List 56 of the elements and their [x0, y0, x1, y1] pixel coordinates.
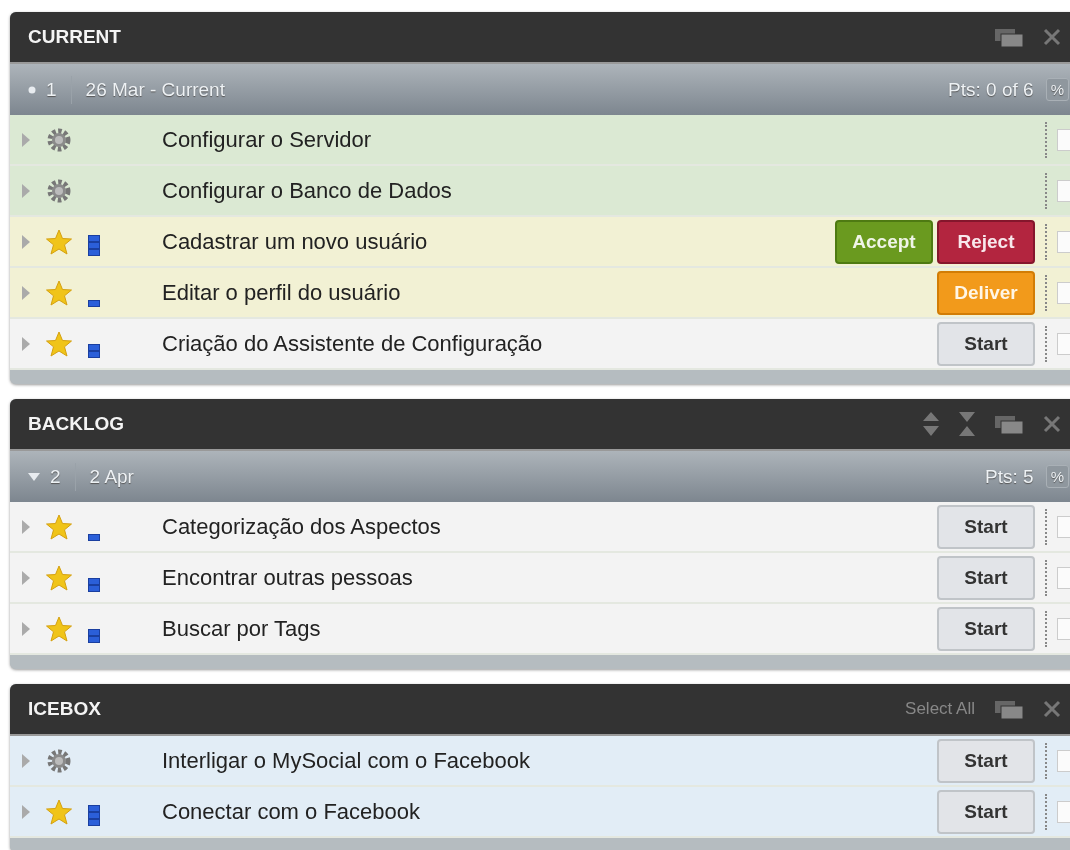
story-row[interactable]: Criação do Assistente de Configuração Start — [10, 319, 1070, 370]
story-title: Criação do Assistente de Configuração — [162, 330, 544, 357]
story-title: Configurar o Servidor — [162, 126, 373, 153]
expand-arrow-icon[interactable] — [22, 621, 30, 636]
expand-arrow-icon[interactable] — [22, 753, 30, 768]
iteration-number: 2 — [50, 465, 61, 488]
expand-triangle-icon[interactable] — [28, 472, 40, 481]
story-row[interactable]: Conectar com o Facebook Start — [10, 787, 1070, 838]
sort-icon[interactable] — [923, 412, 939, 436]
expand-arrow-icon[interactable] — [22, 570, 30, 585]
close-icon[interactable] — [1043, 415, 1061, 433]
story-title: Conectar com o Facebook — [162, 798, 422, 825]
close-icon[interactable] — [1043, 28, 1061, 46]
story-title: Editar o perfil do usuário — [162, 279, 402, 306]
iteration-date: 26 Mar - Current — [85, 78, 225, 101]
story-row[interactable]: Interligar o MySocial com o Facebook Start — [10, 736, 1070, 787]
expand-arrow-icon[interactable] — [22, 336, 30, 351]
start-button[interactable]: Start — [937, 555, 1035, 600]
story-title: Interligar o MySocial com o Facebook — [162, 747, 532, 774]
story-row[interactable]: Configurar o Servidor — [10, 115, 1070, 166]
story-title: Buscar por Tags — [162, 615, 322, 642]
expand-arrow-icon[interactable] — [22, 132, 30, 147]
story-row[interactable]: Cadastrar um novo usuário Accept Reject — [10, 217, 1070, 268]
story-title: Encontrar outras pessoas — [162, 564, 414, 591]
story-title: Categorização dos Aspectos — [162, 513, 442, 540]
reject-button[interactable]: Reject — [937, 219, 1035, 264]
start-button[interactable]: Start — [937, 321, 1035, 366]
story-title: Cadastrar um novo usuário — [162, 228, 429, 255]
points-label: Pts: 0 of 6 — [948, 78, 1034, 101]
story-row[interactable]: Configurar o Banco de Dados — [10, 166, 1070, 217]
expand-arrow-icon[interactable] — [22, 183, 30, 198]
start-button[interactable]: Start — [937, 738, 1035, 783]
expand-arrow-icon[interactable] — [22, 285, 30, 300]
story-row[interactable]: Buscar por Tags Start — [10, 604, 1070, 655]
start-button[interactable]: Start — [937, 789, 1035, 834]
panel-title: CURRENT — [28, 26, 122, 48]
iteration-date: 2 Apr — [89, 465, 134, 488]
expand-arrow-icon[interactable] — [22, 519, 30, 534]
start-button[interactable]: Start — [937, 504, 1035, 549]
restore-icon[interactable] — [995, 414, 1023, 434]
story-title: Configurar o Banco de Dados — [162, 177, 453, 204]
restore-icon[interactable] — [995, 27, 1023, 47]
close-icon[interactable] — [1043, 700, 1061, 718]
expand-arrow-icon[interactable] — [22, 234, 30, 249]
story-row[interactable]: Categorização dos Aspectos Start — [10, 502, 1070, 553]
panel-title: BACKLOG — [28, 413, 126, 435]
collapse-icon[interactable] — [959, 412, 975, 436]
select-all-link[interactable]: Select All — [905, 699, 975, 719]
start-button[interactable]: Start — [937, 606, 1035, 651]
points-label: Pts: 5 — [985, 465, 1034, 488]
story-row[interactable]: Editar o perfil do usuário Deliver — [10, 268, 1070, 319]
expand-arrow-icon[interactable] — [22, 804, 30, 819]
panel-title: ICEBOX — [28, 698, 102, 720]
iteration-number: 1 — [46, 78, 57, 101]
restore-icon[interactable] — [995, 699, 1023, 719]
story-row[interactable]: Encontrar outras pessoas Start — [10, 553, 1070, 604]
